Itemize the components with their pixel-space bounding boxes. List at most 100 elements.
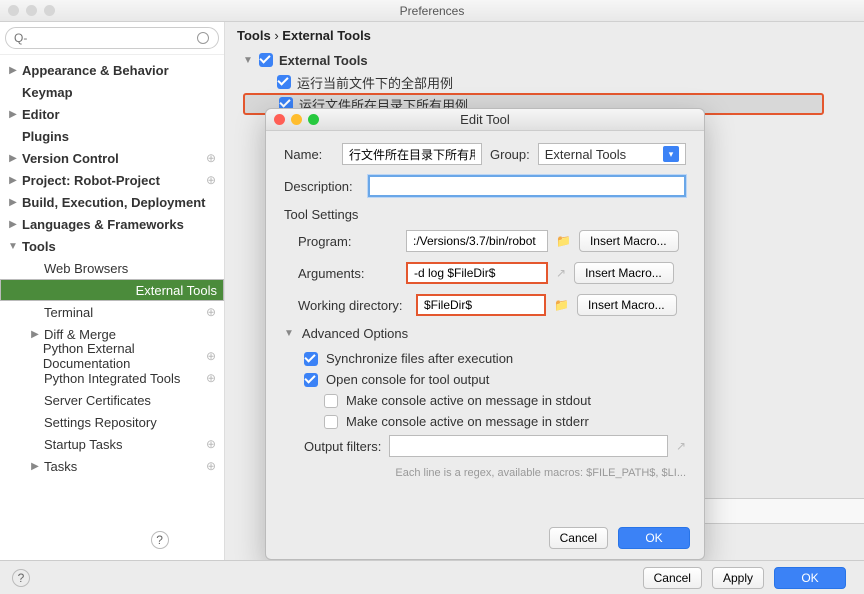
checkbox-icon[interactable] bbox=[277, 75, 291, 89]
ok-button[interactable]: OK bbox=[774, 567, 846, 589]
breadcrumb: Tools › External Tools bbox=[225, 22, 864, 49]
output-filters-label: Output filters: bbox=[304, 439, 381, 454]
folder-icon[interactable]: 📁 bbox=[556, 234, 571, 248]
output-filters-input[interactable] bbox=[389, 435, 668, 457]
sidebar-item-label: Python Integrated Tools bbox=[44, 371, 180, 386]
sidebar-item[interactable]: Keymap bbox=[0, 81, 224, 103]
checkbox-icon[interactable] bbox=[259, 53, 273, 67]
sidebar-item[interactable]: Web Browsers bbox=[0, 257, 224, 279]
description-input[interactable] bbox=[368, 175, 686, 197]
sidebar-item[interactable]: ▶Project: Robot-Project⊕ bbox=[0, 169, 224, 191]
disclosure-triangle-icon: ▶ bbox=[8, 175, 18, 186]
checkbox-icon[interactable] bbox=[324, 394, 338, 408]
program-label: Program: bbox=[298, 234, 398, 249]
hint-text: Each line is a regex, available macros: … bbox=[284, 467, 686, 479]
sidebar-item-label: External Tools bbox=[136, 283, 217, 298]
sidebar-item[interactable]: Terminal ⊕ bbox=[0, 301, 224, 323]
sidebar-item-label: Terminal bbox=[44, 305, 93, 320]
sidebar-item-label: Plugins bbox=[22, 129, 69, 144]
sidebar-item[interactable]: Python External Documentation⊕ bbox=[0, 345, 224, 367]
program-input[interactable] bbox=[406, 230, 548, 252]
chevron-down-icon: ▾ bbox=[663, 146, 679, 162]
disclosure-triangle-icon: ▶ bbox=[30, 461, 40, 472]
advanced-options-label[interactable]: Advanced Options bbox=[302, 326, 408, 341]
sidebar-item-label: Appearance & Behavior bbox=[22, 63, 169, 78]
disclosure-triangle-icon: ▶ bbox=[8, 153, 18, 164]
insert-macro-button[interactable]: Insert Macro... bbox=[574, 262, 674, 284]
folder-icon[interactable]: 📁 bbox=[554, 298, 569, 312]
sidebar-item[interactable]: Plugins bbox=[0, 125, 224, 147]
ext-tools-root[interactable]: ▼ External Tools bbox=[243, 49, 864, 71]
dialog-max-icon[interactable] bbox=[308, 114, 319, 125]
disclosure-triangle-icon: ▶ bbox=[8, 219, 18, 230]
sidebar-item[interactable]: External Tools bbox=[0, 279, 224, 301]
disclosure-triangle-icon: ▶ bbox=[8, 197, 18, 208]
sidebar-item[interactable]: Server Certificates bbox=[0, 389, 224, 411]
gear-icon: ⊕ bbox=[206, 371, 216, 385]
gear-icon: ⊕ bbox=[206, 437, 216, 451]
name-label: Name: bbox=[284, 147, 334, 162]
max-dot[interactable] bbox=[44, 5, 55, 16]
stdout-label: Make console active on message in stdout bbox=[346, 393, 591, 408]
search-input[interactable] bbox=[5, 27, 219, 49]
arguments-input[interactable] bbox=[406, 262, 548, 284]
dialog-min-icon[interactable] bbox=[291, 114, 302, 125]
sidebar-item[interactable]: ▶ Appearance & Behavior bbox=[0, 59, 224, 81]
sidebar-item[interactable]: ▶ Version Control ⊕ bbox=[0, 147, 224, 169]
help-button[interactable]: ? bbox=[151, 531, 169, 549]
dialog-ok-button[interactable]: OK bbox=[618, 527, 690, 549]
sync-files-label: Synchronize files after execution bbox=[326, 351, 513, 366]
sidebar: ▶ Appearance & Behavior Keymap ▶ Editor Plugi… bbox=[0, 22, 225, 562]
apply-button[interactable]: Apply bbox=[712, 567, 764, 589]
name-input[interactable] bbox=[342, 143, 482, 165]
expand-icon[interactable]: ↗ bbox=[676, 439, 686, 453]
insert-macro-button[interactable]: Insert Macro... bbox=[579, 230, 679, 252]
sidebar-item-label: Diff & Merge bbox=[44, 327, 116, 342]
sidebar-item-label: Web Browsers bbox=[44, 261, 128, 276]
sidebar-item[interactable]: Startup Tasks ⊕ bbox=[0, 433, 224, 455]
min-dot[interactable] bbox=[26, 5, 37, 16]
gear-icon: ⊕ bbox=[206, 459, 216, 473]
external-tools-tree: ▼ External Tools 运行当前文件下的全部用例 运行文件所在目录下所… bbox=[225, 49, 864, 115]
sidebar-item-label: Version Control bbox=[22, 151, 119, 166]
disclosure-triangle-icon: ▼ bbox=[8, 241, 18, 252]
sidebar-item-label: Settings Repository bbox=[44, 415, 157, 430]
ext-tool-item[interactable]: 运行当前文件下的全部用例 bbox=[243, 71, 864, 93]
close-dot[interactable] bbox=[8, 5, 19, 16]
sidebar-item-label: Keymap bbox=[22, 85, 73, 100]
sidebar-item[interactable]: ▼Tools bbox=[0, 235, 224, 257]
sidebar-item[interactable]: Settings Repository bbox=[0, 411, 224, 433]
insert-macro-button[interactable]: Insert Macro... bbox=[577, 294, 677, 316]
sidebar-item[interactable]: ▶Tasks⊕ bbox=[0, 455, 224, 477]
dialog-cancel-button[interactable]: Cancel bbox=[549, 527, 608, 549]
preferences-footer: ? Cancel Apply OK bbox=[0, 560, 864, 594]
stderr-label: Make console active on message in stderr bbox=[346, 414, 589, 429]
gear-icon: ⊕ bbox=[206, 349, 216, 363]
gear-icon: ⊕ bbox=[206, 151, 216, 165]
dialog-titlebar: Edit Tool bbox=[266, 109, 704, 131]
checkbox-icon[interactable] bbox=[304, 352, 318, 366]
sidebar-item[interactable]: ▶Languages & Frameworks bbox=[0, 213, 224, 235]
sidebar-item-label: Project: Robot-Project bbox=[22, 173, 160, 188]
checkbox-icon[interactable] bbox=[304, 373, 318, 387]
sidebar-item[interactable]: ▶ Editor bbox=[0, 103, 224, 125]
dialog-close-icon[interactable] bbox=[274, 114, 285, 125]
help-button[interactable]: ? bbox=[12, 569, 30, 587]
group-select[interactable]: External Tools ▾ bbox=[538, 143, 686, 165]
sidebar-item-label: Editor bbox=[22, 107, 60, 122]
sidebar-item-label: Build, Execution, Deployment bbox=[22, 195, 205, 210]
titlebar: Preferences bbox=[0, 0, 864, 22]
sidebar-item-label: Python External Documentation bbox=[43, 341, 206, 371]
expand-icon[interactable]: ↗ bbox=[556, 266, 566, 280]
cancel-button[interactable]: Cancel bbox=[643, 567, 702, 589]
disclosure-triangle-icon: ▶ bbox=[30, 329, 40, 340]
edit-tool-dialog: Edit Tool Name: Group: External Tools ▾ … bbox=[265, 108, 705, 560]
disclosure-triangle-icon: ▶ bbox=[8, 65, 18, 76]
gear-icon: ⊕ bbox=[206, 305, 216, 319]
checkbox-icon[interactable] bbox=[324, 415, 338, 429]
sidebar-item[interactable]: ▶ Build, Execution, Deployment bbox=[0, 191, 224, 213]
disclosure-triangle-icon: ▶ bbox=[8, 109, 18, 120]
wd-input[interactable] bbox=[416, 294, 546, 316]
sidebar-item-label: Startup Tasks bbox=[44, 437, 123, 452]
group-label: Group: bbox=[490, 147, 530, 162]
